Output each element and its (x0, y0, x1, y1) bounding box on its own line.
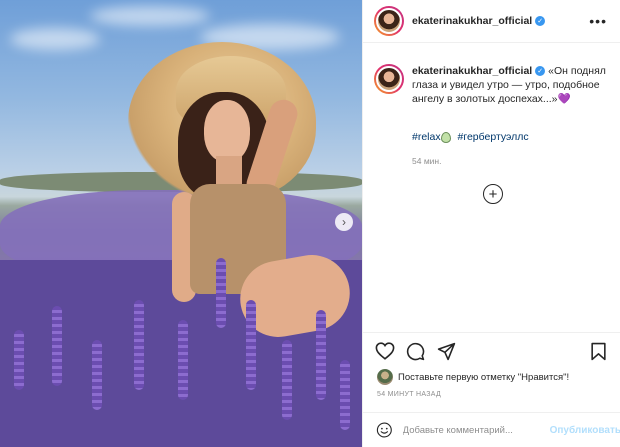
post-side-panel: ekaterinakukhar_official ✓ ••• ekaterina… (362, 0, 620, 447)
publish-button[interactable]: Опубликовать (550, 425, 620, 436)
caption-avatar[interactable] (374, 64, 404, 94)
paper-plane-icon[interactable] (437, 342, 456, 361)
comment-bar: Опубликовать (363, 412, 620, 447)
hashtag-relax[interactable]: #relax (412, 131, 441, 143)
author-username[interactable]: ekaterinakukhar_official (412, 15, 532, 27)
comment-icon[interactable] (406, 342, 425, 361)
hashtag-herbertwells[interactable]: #гербертуэллс (458, 131, 529, 143)
chevron-right-icon: › (342, 215, 346, 229)
liker-avatar (377, 369, 393, 385)
verified-badge-icon: ✓ (535, 16, 546, 26)
next-photo-button[interactable]: › (335, 213, 353, 231)
caption-username[interactable]: ekaterinakukhar_official (412, 65, 532, 77)
face (204, 100, 250, 162)
bookmark-icon[interactable] (590, 342, 607, 361)
lavender-sprig (316, 310, 326, 400)
plus-circle-icon[interactable]: + (483, 184, 503, 204)
lavender-sprig (282, 340, 292, 420)
purple-heart-emoji-icon: 💜 (557, 93, 571, 105)
caption: ekaterinakukhar_official ✓ «Он поднял гла… (374, 64, 614, 106)
caption-time[interactable]: 54 мин. (412, 156, 441, 166)
lavender-sprig (340, 360, 350, 430)
action-bar (363, 332, 620, 366)
lavender-sprig (14, 330, 24, 390)
lavender-sprig (92, 340, 102, 410)
lavender-sprig (134, 300, 144, 390)
sky-cloud (90, 6, 210, 26)
likes-text[interactable]: Поставьте первую отметку "Нравится"! (398, 372, 569, 383)
lavender-sprig (246, 300, 256, 390)
droplet-face-emoji-icon (440, 131, 451, 143)
smile-icon[interactable] (376, 421, 393, 439)
lavender-sprig (216, 258, 226, 328)
comment-input[interactable] (402, 424, 542, 436)
heart-icon[interactable] (375, 342, 395, 360)
caption-body: ekaterinakukhar_official ✓ «Он поднял гла… (412, 64, 608, 106)
more-options-icon[interactable]: ••• (589, 13, 607, 29)
neck (216, 156, 242, 186)
likes-row: Поставьте первую отметку "Нравится"! (377, 369, 569, 385)
lavender-sprig (178, 320, 188, 400)
post-photo[interactable]: › (0, 0, 362, 447)
sky-cloud (10, 28, 100, 50)
post-header: ekaterinakukhar_official ✓ ••• (363, 0, 620, 43)
post-timestamp[interactable]: 54 МИНУТ НАЗАД (377, 391, 441, 398)
author-avatar[interactable] (374, 6, 404, 36)
hashtags: #relax #гербертуэллс (412, 131, 529, 143)
lavender-sprig (52, 306, 62, 386)
verified-badge-icon: ✓ (535, 66, 546, 77)
